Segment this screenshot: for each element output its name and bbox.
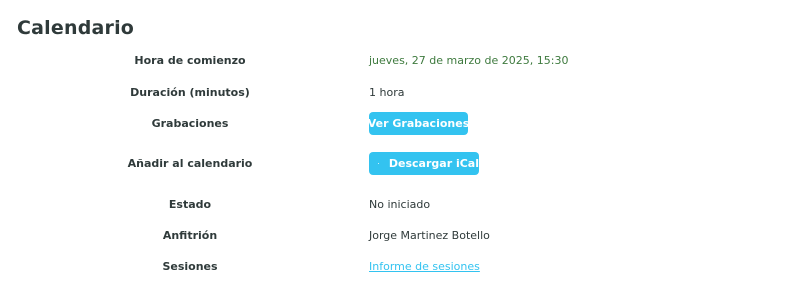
view-recordings-button[interactable]: Ver Grabaciones [367,112,470,135]
download-ical-button-label: Descargar iCal [388,157,479,170]
duration-value: 1 hora [369,86,405,99]
duration-label: Duración (minutos) [130,86,250,99]
calendar-icon [378,163,379,164]
add-calendar-label: Añadir al calendario [127,157,253,170]
start-time-value: jueves, 27 de marzo de 2025, 15:30 [369,54,569,67]
recordings-label: Grabaciones [151,117,229,130]
view-recordings-button-label: Ver Grabaciones [367,117,470,130]
status-label: Estado [168,198,212,211]
sessions-label: Sesiones [162,260,218,273]
start-time-label: Hora de comienzo [134,54,246,67]
host-label: Anfitrión [162,229,218,242]
sessions-report-link[interactable]: Informe de sesiones [369,260,480,273]
download-ical-button[interactable]: Descargar iCal [369,152,479,175]
host-value: Jorge Martinez Botello [369,229,490,242]
status-value: No iniciado [369,198,431,211]
page-title: Calendario [17,17,135,39]
